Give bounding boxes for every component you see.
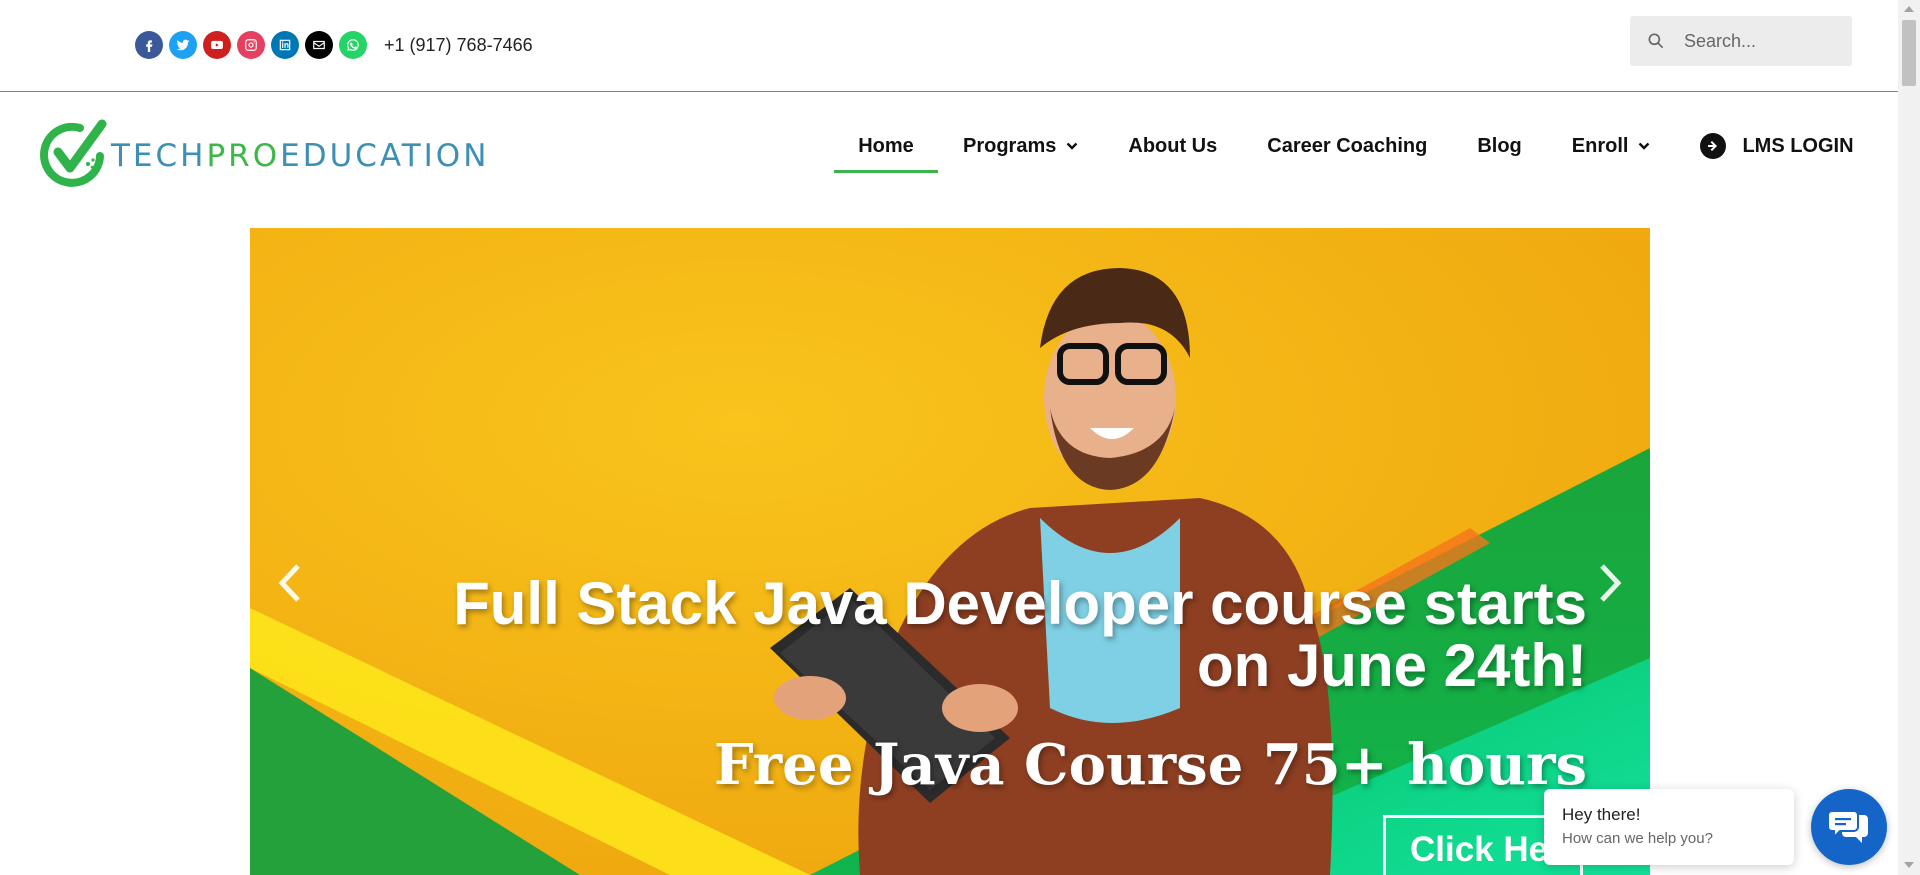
chat-icon	[1828, 810, 1868, 843]
nav-home[interactable]: Home	[834, 118, 938, 178]
hero-slider: Full Stack Java Developer course starts …	[250, 228, 1650, 875]
logo-wordmark: TECHPROEDUCATION	[111, 138, 490, 174]
youtube-icon[interactable]	[203, 31, 231, 59]
nav-blog[interactable]: Blog	[1477, 118, 1521, 178]
whatsapp-icon[interactable]	[339, 31, 367, 59]
twitter-icon[interactable]	[169, 31, 197, 59]
hero-subheadline: Free Java Course 75+ hours	[713, 732, 1587, 798]
top-bar: +1 (917) 768-7466	[0, 0, 1898, 92]
linkedin-icon[interactable]	[271, 31, 299, 59]
nav-career-coaching[interactable]: Career Coaching	[1267, 118, 1427, 178]
scroll-down-icon[interactable]	[1904, 862, 1914, 868]
nav-programs[interactable]: Programs	[963, 118, 1078, 178]
nav-about-us[interactable]: About Us	[1128, 118, 1217, 178]
nav-lms-login[interactable]: LMS LOGIN	[1700, 118, 1854, 178]
scroll-up-icon[interactable]	[1904, 6, 1914, 12]
arrow-right-circle-icon	[1700, 133, 1727, 159]
chevron-down-icon	[1067, 142, 1078, 150]
chat-launcher-button[interactable]	[1811, 789, 1887, 865]
facebook-icon[interactable]	[135, 31, 163, 59]
chevron-down-icon	[1639, 142, 1650, 150]
checkmark-logo-icon	[40, 119, 107, 187]
phone-number[interactable]: +1 (917) 768-7466	[384, 35, 533, 56]
page-scrollbar[interactable]	[1898, 0, 1920, 875]
search-box	[1630, 16, 1852, 66]
main-nav: Home Programs About Us Career Coaching B…	[834, 118, 1854, 178]
chat-greeting-subtitle: How can we help you?	[1562, 830, 1713, 847]
instagram-icon[interactable]	[237, 31, 265, 59]
hero-headline: Full Stack Java Developer course starts …	[453, 570, 1587, 699]
chat-greeting-title: Hey there!	[1562, 805, 1641, 824]
social-icons	[135, 31, 367, 59]
search-icon[interactable]	[1646, 31, 1666, 51]
scroll-thumb[interactable]	[1902, 20, 1916, 86]
search-input[interactable]	[1682, 29, 1836, 53]
site-logo[interactable]: TECHPROEDUCATION	[40, 118, 489, 190]
slider-next-icon[interactable]	[1590, 558, 1630, 608]
chat-greeting[interactable]: Hey there! How can we help you?	[1544, 789, 1794, 865]
slider-prev-icon[interactable]	[270, 558, 310, 608]
nav-enroll[interactable]: Enroll	[1572, 118, 1651, 178]
envelope-icon[interactable]	[305, 31, 333, 59]
